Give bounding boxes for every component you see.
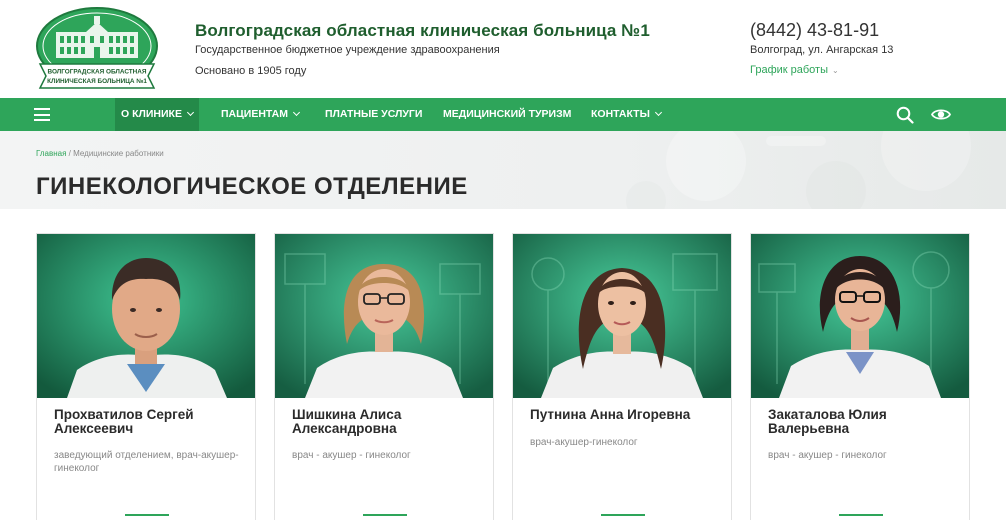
nav-item-label: О КЛИНИКЕ <box>121 108 182 120</box>
doctor-card[interactable]: Закаталова Юлия Валерьевна врач - акушер… <box>750 233 970 520</box>
logo-text-line-1: ВОЛГОГРАДСКАЯ ОБЛАСТНАЯ <box>47 69 146 76</box>
doctor-photo[interactable] <box>513 234 731 398</box>
chevron-down-icon <box>292 108 301 117</box>
doctor-card[interactable]: Шишкина Алиса Александровна врач - акуше… <box>274 233 494 520</box>
card-divider <box>839 514 883 516</box>
hospital-logo[interactable]: ВОЛГОГРАДСКАЯ ОБЛАСТНАЯ КЛИНИЧЕСКАЯ БОЛЬ… <box>34 6 160 92</box>
logo-text-line-2: КЛИНИЧЕСКАЯ БОЛЬНИЦА №1 <box>47 78 147 85</box>
founded-year: Основано в 1905 году <box>195 65 307 77</box>
chevron-down-icon <box>654 108 662 117</box>
main-nav: О КЛИНИКЕ ПАЦИЕНТАМ ПЛАТНЫЕ УСЛУГИ МЕДИЦ… <box>0 98 1006 131</box>
nav-item-label: ПАЦИЕНТАМ <box>221 108 289 120</box>
hospital-title[interactable]: Волгоградская областная клиническая боль… <box>195 21 650 41</box>
doctor-name[interactable]: Закаталова Юлия Валерьевна <box>768 408 958 436</box>
doctor-photo[interactable] <box>275 234 493 398</box>
schedule-label: График работы <box>750 64 828 76</box>
breadcrumb-current: Медицинские работники <box>73 149 164 158</box>
nav-item-contacts[interactable]: КОНТАКТЫ <box>591 98 662 131</box>
site-header: ВОЛГОГРАДСКАЯ ОБЛАСТНАЯ КЛИНИЧЕСКАЯ БОЛЬ… <box>0 0 1006 98</box>
schedule-link[interactable]: График работы ⌄ <box>750 64 839 76</box>
doctor-role: врач - акушер - гинеколог <box>768 450 887 461</box>
card-divider <box>125 514 169 516</box>
banner-decoration <box>626 131 971 209</box>
doctor-card[interactable]: Прохватилов Сергей Алексеевич заведующий… <box>36 233 256 520</box>
breadcrumb-home-link[interactable]: Главная <box>36 149 66 158</box>
doctor-card[interactable]: Путнина Анна Игоревна врач-акушер-гинеко… <box>512 233 732 520</box>
nav-item-clinic[interactable]: О КЛИНИКЕ <box>115 98 199 131</box>
doctor-role: врач - акушер - гинеколог <box>292 450 411 461</box>
nav-item-label: КОНТАКТЫ <box>591 108 650 120</box>
hospital-subtitle: Государственное бюджетное учреждение здр… <box>195 44 500 56</box>
nav-item-label: МЕДИЦИНСКИЙ ТУРИЗМ <box>443 108 572 120</box>
phone-number[interactable]: (8442) 43-81-91 <box>750 20 879 41</box>
card-divider <box>601 514 645 516</box>
menu-icon[interactable] <box>34 108 50 121</box>
doctor-name[interactable]: Прохватилов Сергей Алексеевич <box>54 408 244 436</box>
breadcrumb: Главная / Медицинские работники <box>36 149 164 158</box>
chevron-down-icon <box>186 108 194 117</box>
page-banner: Главная / Медицинские работники ГИНЕКОЛО… <box>0 131 1006 209</box>
address: Волгоград, ул. Ангарская 13 <box>750 44 894 56</box>
page-title: ГИНЕКОЛОГИЧЕСКОЕ ОТДЕЛЕНИЕ <box>36 173 468 200</box>
doctor-role: врач-акушер-гинеколог <box>530 437 638 448</box>
doctor-photo[interactable] <box>37 234 255 398</box>
nav-item-paid-services[interactable]: ПЛАТНЫЕ УСЛУГИ <box>325 98 422 131</box>
eye-icon[interactable] <box>931 107 951 122</box>
doctor-photo[interactable] <box>751 234 969 398</box>
doctor-name[interactable]: Шишкина Алиса Александровна <box>292 408 482 436</box>
nav-item-label: ПЛАТНЫЕ УСЛУГИ <box>325 108 423 120</box>
nav-item-medical-tourism[interactable]: МЕДИЦИНСКИЙ ТУРИЗМ <box>443 98 571 131</box>
doctor-role: заведующий отделением, врач-акушер-гинек… <box>54 450 239 474</box>
doctor-name[interactable]: Путнина Анна Игоревна <box>530 408 720 422</box>
card-divider <box>363 514 407 516</box>
nav-item-patients[interactable]: ПАЦИЕНТАМ <box>221 98 301 131</box>
search-icon[interactable] <box>896 106 914 124</box>
chevron-down-icon: ⌄ <box>832 66 839 75</box>
